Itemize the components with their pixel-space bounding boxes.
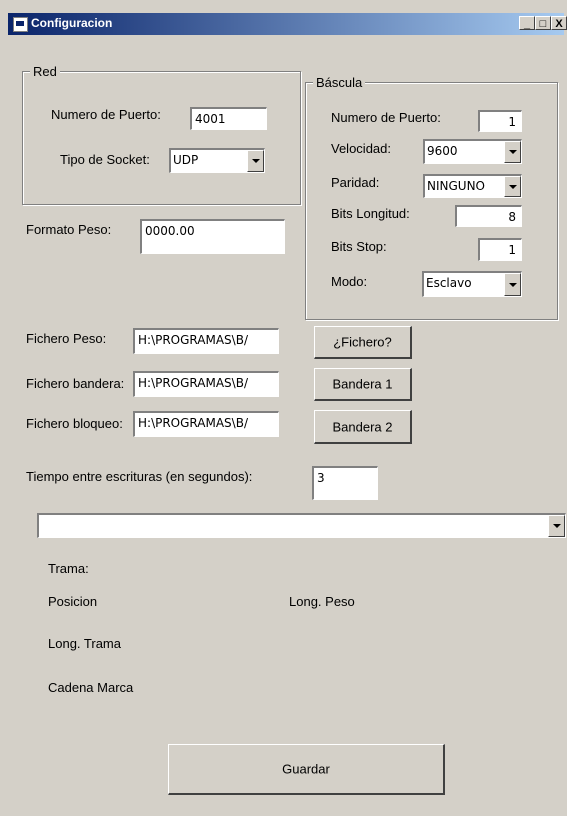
paridad-select[interactable]: NINGUNO: [423, 174, 522, 198]
paridad-value: NINGUNO: [427, 179, 485, 193]
long-peso-label: Long. Peso: [289, 594, 355, 609]
minimize-button[interactable]: _: [519, 16, 535, 30]
bits-longitud-label: Bits Longitud:: [331, 206, 410, 221]
modo-label: Modo:: [331, 274, 368, 289]
fichero-bandera-label: Fichero bandera:: [26, 376, 125, 391]
chevron-down-icon[interactable]: [504, 176, 521, 197]
velocidad-value: 9600: [427, 144, 458, 158]
bandera-2-button[interactable]: Bandera 2: [314, 410, 412, 444]
velocidad-label: Velocidad:: [331, 141, 391, 156]
red-puerto-label: Numero de Puerto:: [51, 107, 161, 122]
chevron-down-icon[interactable]: [247, 150, 264, 172]
red-frame: [22, 71, 301, 205]
bandera-1-button-label: Bandera 1: [332, 376, 393, 392]
posicion-label: Posicion: [48, 594, 98, 609]
modo-value: Esclavo: [426, 276, 472, 290]
socket-type-select[interactable]: UDP: [169, 148, 265, 173]
bandera-2-button-label: Bandera 2: [332, 419, 393, 434]
red-frame-title: Red: [30, 64, 60, 79]
formato-peso-input[interactable]: 0000.00: [140, 219, 285, 254]
trama-select[interactable]: [37, 513, 566, 538]
paridad-label: Paridad:: [331, 175, 380, 190]
long-trama-label: Long. Trama: [48, 636, 121, 651]
tiempo-label: Tiempo entre escrituras (en segundos):: [26, 469, 253, 484]
config-window: Configuracion _ □ X Red Numero de Puerto…: [0, 0, 567, 816]
cadena-marca-label: Cadena Marca: [48, 680, 134, 695]
fichero-bloqueo-input[interactable]: H:\PROGRAMAS\B/: [133, 411, 279, 437]
fichero-bandera-input[interactable]: H:\PROGRAMAS\B/: [133, 371, 279, 397]
bascula-puerto-input[interactable]: 1: [478, 110, 522, 132]
app-icon[interactable]: [13, 17, 28, 32]
maximize-button[interactable]: □: [535, 16, 551, 30]
guardar-button[interactable]: Guardar: [168, 744, 445, 795]
chevron-down-icon[interactable]: [548, 515, 565, 537]
tiempo-input[interactable]: 3: [312, 466, 378, 500]
fichero-bloqueo-label: Fichero bloqueo:: [26, 416, 123, 431]
fichero-peso-input[interactable]: H:\PROGRAMAS\B/: [133, 328, 279, 354]
bits-stop-input[interactable]: 1: [478, 238, 522, 261]
window-title: Configuracion: [31, 16, 113, 30]
bascula-frame-title: Báscula: [313, 75, 366, 90]
fichero-button-label: ¿Fichero?: [333, 334, 392, 350]
client-area: Red Numero de Puerto: 4001 Tipo de Socke…: [8, 35, 567, 816]
guardar-button-label: Guardar: [282, 761, 330, 777]
formato-peso-label: Formato Peso:: [26, 222, 112, 237]
chevron-down-icon[interactable]: [504, 141, 521, 163]
red-socket-label: Tipo de Socket:: [60, 152, 150, 167]
socket-type-value: UDP: [173, 153, 199, 167]
red-puerto-input[interactable]: 4001: [190, 107, 267, 130]
fichero-button[interactable]: ¿Fichero?: [314, 326, 412, 359]
bandera-1-button[interactable]: Bandera 1: [314, 368, 412, 401]
bits-stop-label: Bits Stop:: [331, 239, 387, 254]
bits-longitud-input[interactable]: 8: [455, 205, 522, 227]
bascula-puerto-label: Numero de Puerto:: [331, 110, 441, 125]
title-bar[interactable]: Configuracion _ □ X: [8, 13, 567, 35]
fichero-peso-label: Fichero Peso:: [26, 331, 107, 346]
velocidad-select[interactable]: 9600: [423, 139, 522, 164]
close-button[interactable]: X: [551, 16, 567, 30]
modo-select[interactable]: Esclavo: [422, 271, 522, 297]
chevron-down-icon[interactable]: [504, 273, 521, 296]
trama-label: Trama:: [48, 561, 89, 576]
